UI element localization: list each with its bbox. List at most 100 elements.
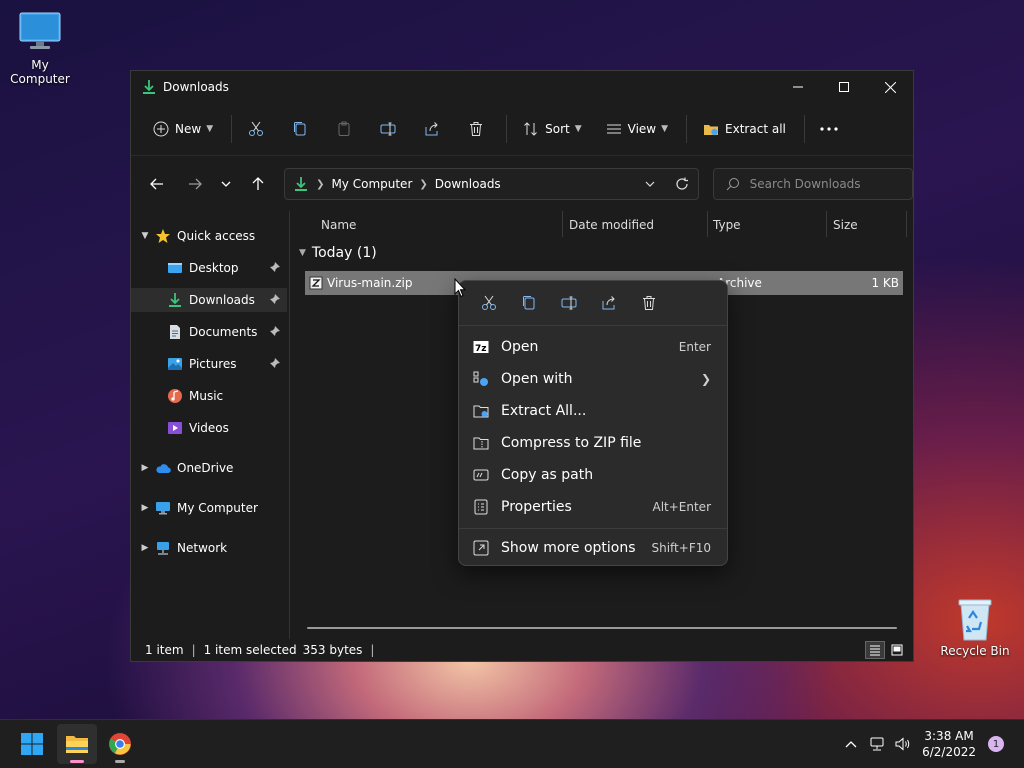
- column-divider[interactable]: [707, 211, 708, 237]
- file-name: Virus-main.zip: [327, 276, 413, 290]
- context-rename-button[interactable]: [549, 287, 589, 319]
- music-icon: [167, 388, 183, 404]
- context-cut-button[interactable]: [469, 287, 509, 319]
- status-divider: |: [191, 643, 196, 657]
- maximize-button[interactable]: [821, 71, 867, 103]
- clock-date: 6/2/2022: [922, 745, 976, 759]
- column-header-date-modified[interactable]: Date modified: [569, 213, 654, 237]
- up-button[interactable]: [244, 170, 272, 198]
- title-bar[interactable]: Downloads: [131, 71, 913, 103]
- pin-icon[interactable]: [269, 261, 281, 276]
- sort-button[interactable]: Sort ▼: [515, 113, 590, 145]
- copy-button[interactable]: [284, 113, 316, 145]
- paste-button[interactable]: [328, 113, 360, 145]
- sidebar-item-downloads[interactable]: Downloads: [131, 288, 287, 312]
- rename-button[interactable]: [372, 113, 404, 145]
- chevron-up-icon: [845, 741, 857, 748]
- address-history-button[interactable]: [634, 169, 666, 199]
- menu-item-extract-all[interactable]: Extract All...: [465, 396, 721, 426]
- delete-button[interactable]: [460, 113, 492, 145]
- status-divider: |: [370, 643, 375, 657]
- recent-locations-button[interactable]: [213, 170, 241, 198]
- start-button[interactable]: [12, 724, 52, 764]
- menu-item-compress-zip[interactable]: Compress to ZIP file: [465, 428, 721, 458]
- horizontal-scrollbar[interactable]: [307, 627, 897, 629]
- taskbar-file-explorer[interactable]: [57, 724, 97, 764]
- sidebar-item-desktop[interactable]: Desktop: [131, 256, 287, 280]
- sidebar-item-pictures[interactable]: Pictures: [131, 352, 287, 376]
- menu-item-open[interactable]: 7z Open Enter: [465, 332, 721, 362]
- sidebar-item-documents[interactable]: Documents: [131, 320, 287, 344]
- chevron-down-icon: [645, 181, 655, 187]
- chevron-down-icon: ▼: [299, 248, 306, 258]
- more-options-button[interactable]: [813, 113, 845, 145]
- navigation-bar: ❯ My Computer ❯ Downloads Search Downloa…: [131, 156, 914, 212]
- sidebar-item-videos[interactable]: Videos: [131, 416, 287, 440]
- volume-button[interactable]: [890, 737, 916, 751]
- chevron-right-icon[interactable]: ▶: [139, 543, 151, 553]
- forward-button[interactable]: [181, 170, 209, 198]
- context-copy-button[interactable]: [509, 287, 549, 319]
- toolbar-divider: [231, 115, 233, 143]
- refresh-button[interactable]: [666, 169, 698, 199]
- view-button[interactable]: View ▼: [598, 113, 676, 145]
- minimize-button[interactable]: [775, 71, 821, 103]
- close-button[interactable]: [867, 71, 913, 103]
- sidebar-item-onedrive[interactable]: ▶ OneDrive: [131, 456, 287, 480]
- search-input[interactable]: Search Downloads: [712, 168, 914, 200]
- sidebar-item-quick-access[interactable]: ▼ Quick access: [131, 224, 287, 248]
- pin-icon[interactable]: [269, 357, 281, 372]
- desktop-icon-recycle-bin[interactable]: Recycle Bin: [935, 596, 1015, 658]
- menu-item-open-with[interactable]: Open with ❯: [465, 364, 721, 394]
- trash-icon: [643, 296, 655, 310]
- back-button[interactable]: [143, 170, 171, 198]
- group-header-today[interactable]: ▼ Today (1): [299, 245, 377, 261]
- chevron-down-icon[interactable]: ▼: [139, 231, 151, 241]
- menu-item-copy-as-path[interactable]: Copy as path: [465, 460, 721, 490]
- svg-text:7z: 7z: [475, 344, 487, 354]
- column-header-type[interactable]: Type: [713, 213, 741, 237]
- column-divider[interactable]: [562, 211, 563, 237]
- chevron-right-icon[interactable]: ▶: [139, 503, 151, 513]
- taskbar-chrome[interactable]: [100, 724, 140, 764]
- downloads-icon: [167, 292, 183, 308]
- column-divider[interactable]: [906, 211, 907, 237]
- show-hidden-icons-button[interactable]: [838, 740, 864, 748]
- context-share-button[interactable]: [589, 287, 629, 319]
- column-divider[interactable]: [826, 211, 827, 237]
- share-button[interactable]: [416, 113, 448, 145]
- address-bar[interactable]: ❯ My Computer ❯ Downloads: [284, 168, 699, 200]
- breadcrumb-my-computer[interactable]: My Computer: [331, 177, 412, 191]
- network-status-button[interactable]: [864, 737, 890, 751]
- menu-item-properties[interactable]: Properties Alt+Enter: [465, 492, 721, 522]
- clock[interactable]: 3:38 AM 6/2/2022: [922, 728, 976, 760]
- context-delete-button[interactable]: [629, 287, 669, 319]
- cut-button[interactable]: [240, 113, 272, 145]
- details-view-button[interactable]: [865, 641, 885, 659]
- desktop-icon-my-computer[interactable]: My Computer: [0, 10, 80, 86]
- tiles-view-button[interactable]: [887, 641, 907, 659]
- pin-icon[interactable]: [269, 325, 281, 340]
- sidebar-item-my-computer[interactable]: ▶ My Computer: [131, 496, 287, 520]
- column-header-name[interactable]: Name: [321, 213, 356, 237]
- chevron-right-icon[interactable]: ▶: [139, 463, 151, 473]
- downloads-icon: [141, 79, 157, 95]
- scissors-icon: [249, 121, 264, 136]
- notification-badge[interactable]: 1: [988, 736, 1004, 752]
- sidebar-item-network[interactable]: ▶ Network: [131, 536, 287, 560]
- share-icon: [602, 296, 615, 310]
- new-button[interactable]: New ▼: [145, 113, 221, 145]
- column-header-size[interactable]: Size: [833, 213, 858, 237]
- breadcrumb-downloads[interactable]: Downloads: [435, 177, 501, 191]
- selection-count: 1 item selected: [203, 643, 297, 657]
- sidebar-item-music[interactable]: Music: [131, 384, 287, 408]
- expand-icon: [473, 540, 489, 556]
- pin-icon[interactable]: [269, 293, 281, 308]
- arrow-left-icon: [149, 178, 163, 190]
- list-view-icon: [606, 124, 621, 134]
- windows-logo-icon: [21, 733, 43, 755]
- monitor-icon: [18, 10, 62, 54]
- extract-folder-icon: [473, 403, 489, 419]
- extract-all-button[interactable]: Extract all: [695, 113, 794, 145]
- menu-item-show-more-options[interactable]: Show more options Shift+F10: [465, 533, 721, 563]
